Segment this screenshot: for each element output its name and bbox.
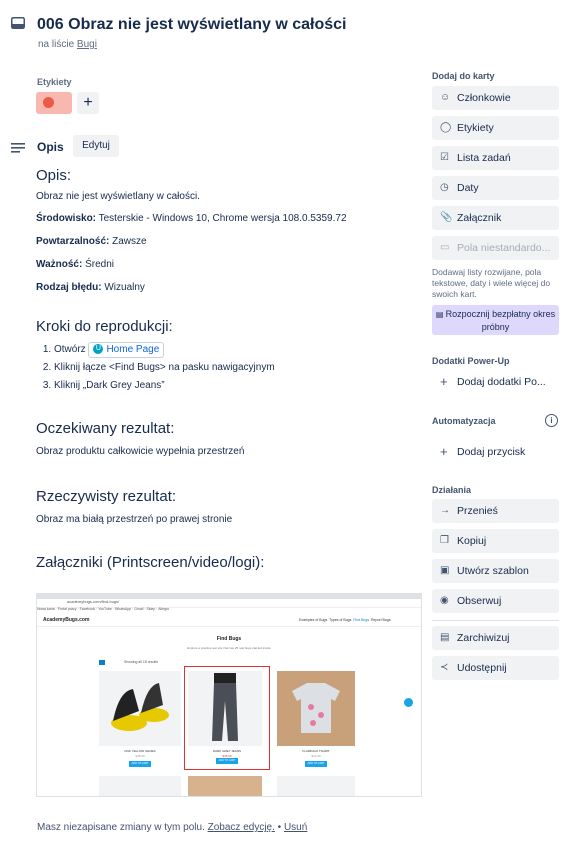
list-location: na liście Bugi [38, 39, 97, 50]
tag-icon: ◯ [440, 122, 452, 133]
add-to-cart-button: ADD TO CART [216, 758, 238, 764]
make-template-button[interactable]: ▣ Utwórz szablon [432, 559, 559, 583]
custom-fields-icon: ▭ [440, 242, 450, 253]
actual-text: Obraz ma białą przestrzeń po prawej stro… [36, 514, 233, 525]
start-trial-button[interactable]: ▤ Rozpocznij bezpłatny okres próbny [432, 305, 559, 335]
add-to-cart-button: ADD TO CART [305, 761, 327, 767]
unsaved-changes-note: Masz niezapisane zmiany w tym polu. Zoba… [37, 822, 308, 833]
trial-icon: ▤ [435, 310, 446, 319]
clock-icon: ◷ [440, 182, 449, 193]
add-button-button[interactable]: + Dodaj przycisk [432, 440, 559, 464]
labels-button[interactable]: ◯ Etykiety [432, 116, 559, 140]
bookmarks-bar: Nowa karta · Portal pracy · Facebook · Y… [37, 607, 170, 611]
grid-view-icon [99, 660, 105, 665]
archive-button[interactable]: ▤ Zarchiwizuj [432, 626, 559, 650]
product-image-bag [99, 776, 181, 796]
person-icon: ☺ [440, 92, 451, 103]
powerups-heading: Dodatki Power-Up [432, 356, 510, 366]
attachments-title: Załączniki (Printscreen/video/logi): [36, 554, 265, 571]
share-icon: ≺ [440, 662, 449, 673]
product-name: FLAMINGO TSHIRT [302, 749, 330, 753]
reproducibility-line: Powtarzalność: Zawsze [36, 236, 147, 247]
custom-fields-note: Dodawaj listy rozwijane, pola tekstowe, … [432, 267, 551, 299]
discard-link[interactable]: Usuń [284, 822, 307, 833]
step-item: Kliknij łącze <Find Bugs> na pasku nawig… [54, 359, 416, 377]
cart-bubble-icon [404, 698, 413, 707]
expected-text: Obraz produktu całkowicie wypełnia przes… [36, 446, 245, 457]
move-button[interactable]: → Przenieś [432, 499, 559, 523]
archive-icon: ▤ [440, 632, 450, 643]
steps-list: Otwórz UHome Page Kliknij łącze <Find Bu… [36, 341, 416, 395]
copy-icon: ❐ [440, 535, 449, 546]
actions-heading: Działania [432, 485, 472, 495]
add-powerup-button[interactable]: + Dodaj dodatki Po... [432, 370, 559, 394]
copy-button[interactable]: ❐ Kopiuj [432, 529, 559, 553]
expected-title: Oczekiwany rezultat: [36, 420, 175, 437]
sidebar-divider [432, 620, 559, 621]
results-count: Showing all 18 results [124, 660, 159, 664]
add-to-card-heading: Dodaj do karty [432, 71, 495, 81]
product-price: $12.00 [311, 754, 321, 758]
site-logo: AcademyBugs.com [43, 617, 90, 623]
paperclip-icon: 📎 [440, 212, 453, 223]
share-button[interactable]: ≺ Udostępnij [432, 656, 559, 680]
label-chip-red[interactable] [36, 92, 72, 114]
description-icon [11, 143, 25, 153]
arrow-right-icon: → [440, 505, 450, 516]
checkbox-icon: ☑ [440, 152, 449, 163]
home-page-link[interactable]: U Home Page [88, 342, 165, 358]
opis-text: Obraz nie jest wyświetlany w całości. [36, 191, 200, 202]
site-nav: Examples of Bugs Types of Bugs Find Bugs… [299, 618, 391, 622]
site-page-sub: Explore a practice test site that has 25… [187, 646, 271, 650]
custom-fields-button[interactable]: ▭ Pola niestandardo... [432, 236, 559, 260]
address-url: academybugs.com/find-bugs/ [67, 599, 120, 604]
plus-icon: + [440, 374, 448, 389]
card-icon [11, 17, 25, 29]
step-item: Kliknij „Dark Grey Jeans” [54, 377, 416, 395]
product-price: $45.00 [135, 754, 145, 758]
eye-icon: ◉ [440, 595, 449, 606]
product-image-bag [188, 776, 262, 796]
site-favicon-icon: U [93, 344, 104, 355]
dates-button[interactable]: ◷ Daty [432, 176, 559, 200]
environment-line: Środowisko: Testerskie - Windows 10, Chr… [36, 213, 347, 224]
watch-button[interactable]: ◉ Obserwuj [432, 589, 559, 613]
site-divider [37, 626, 421, 627]
product-name: DARK GREY JEANS [212, 749, 242, 753]
info-icon[interactable]: i [545, 414, 558, 427]
edit-description-button[interactable]: Edytuj [73, 135, 119, 157]
bug-type-line: Rodzaj błędu: Wizualny [36, 282, 145, 293]
site-page-title: Find Bugs [216, 636, 242, 642]
step-item: Otwórz UHome Page [54, 341, 416, 359]
product-name: DNK YELLOW SHOES [124, 749, 156, 753]
automation-heading: Automatyzacja [432, 416, 496, 426]
description-heading: Opis [37, 140, 64, 154]
list-link[interactable]: Bugi [77, 39, 97, 50]
add-to-cart-button: ADD TO CART [129, 761, 151, 767]
view-edit-link[interactable]: Zobacz edycję. [208, 822, 275, 833]
attachment-screenshot[interactable]: academybugs.com/find-bugs/ Nowa karta · … [36, 593, 422, 797]
description-content[interactable]: Opis: Obraz nie jest wyświetlany w całoś… [36, 166, 416, 573]
checklist-button[interactable]: ☑ Lista zadań [432, 146, 559, 170]
steps-title: Kroki do reprodukcji: [36, 318, 173, 335]
product-image-bag [277, 776, 355, 796]
product-image-tshirt [277, 671, 355, 746]
label-color-dot [43, 97, 54, 108]
add-label-button[interactable]: + [77, 92, 99, 114]
labels-heading: Etykiety [37, 77, 72, 87]
card-title[interactable]: 006 Obraz nie jest wyświetlany w całości [37, 16, 346, 34]
product-image-jeans [188, 671, 262, 746]
opis-title: Opis: [36, 167, 72, 184]
template-icon: ▣ [440, 565, 450, 576]
plus-icon: + [440, 444, 448, 459]
actual-title: Rzeczywisty rezultat: [36, 488, 177, 505]
severity-line: Ważność: Średni [36, 259, 114, 270]
members-button[interactable]: ☺ Członkowie [432, 86, 559, 110]
attachment-button[interactable]: 📎 Załącznik [432, 206, 559, 230]
product-image-shoes [99, 671, 181, 746]
